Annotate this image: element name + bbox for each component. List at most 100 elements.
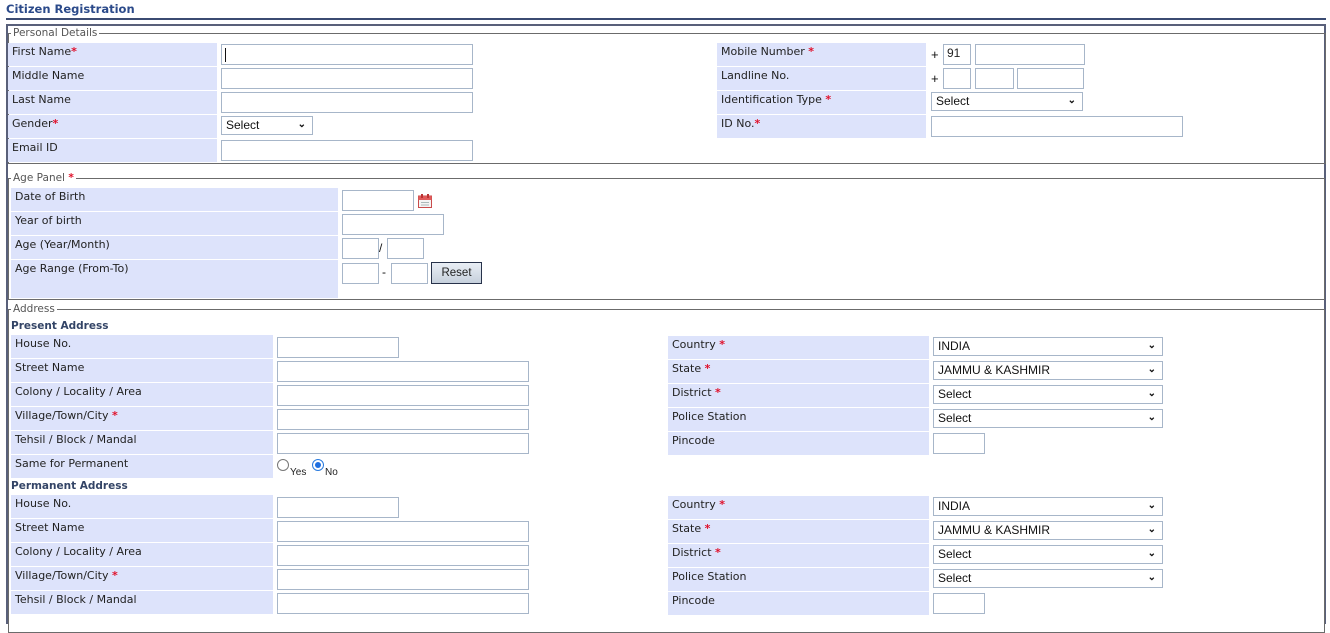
id-no-input[interactable] (931, 116, 1183, 137)
permanent-country-label: Country * (668, 496, 929, 519)
permanent-house-no-label: House No. (11, 495, 273, 518)
gender-label-text: Gender (12, 117, 53, 130)
calendar-icon[interactable] (418, 194, 432, 208)
present-police-station-select[interactable]: Select ⌄ (933, 409, 1163, 428)
address-legend: Address (13, 303, 55, 315)
present-district-label: District * (668, 384, 929, 407)
yob-input[interactable] (342, 214, 444, 235)
same-for-permanent-label: Same for Permanent (11, 455, 273, 478)
age-range-to-input[interactable] (391, 263, 428, 284)
mobile-label-text: Mobile Number (721, 45, 805, 58)
permanent-country-label-text: Country (672, 498, 716, 511)
present-pincode-input[interactable] (933, 433, 985, 454)
chevron-down-icon: ⌄ (1147, 412, 1156, 423)
age-years-input[interactable] (342, 238, 379, 259)
same-for-permanent-no-radio[interactable] (312, 459, 324, 471)
same-for-permanent-yes-radio[interactable] (277, 459, 289, 471)
permanent-address-heading: Permanent Address (11, 480, 128, 492)
permanent-country-select[interactable]: INDIA ⌄ (933, 497, 1163, 516)
age-range-label: Age Range (From-To) (11, 260, 338, 298)
middle-name-input[interactable] (221, 68, 473, 89)
chevron-down-icon: ⌄ (1147, 524, 1156, 535)
id-no-label-text: ID No. (721, 117, 755, 130)
gender-label: Gender* (8, 115, 217, 138)
permanent-state-label: State * (668, 520, 929, 543)
first-name-input[interactable] (221, 44, 473, 65)
required-marker: * (719, 338, 725, 351)
required-marker: * (71, 45, 77, 58)
email-input[interactable] (221, 140, 473, 161)
dob-input[interactable] (342, 190, 414, 211)
title-divider (6, 18, 1326, 20)
permanent-district-select[interactable]: Select ⌄ (933, 545, 1163, 564)
age-range-from-input[interactable] (342, 263, 379, 284)
same-for-permanent-yes-label: Yes (290, 467, 307, 478)
required-marker: * (52, 117, 59, 130)
present-colony-input[interactable] (277, 385, 529, 406)
present-state-select[interactable]: JAMMU & KASHMIR ⌄ (933, 361, 1163, 380)
present-street-input[interactable] (277, 361, 529, 382)
first-name-label: First Name* (8, 43, 217, 66)
chevron-down-icon: ⌄ (1147, 572, 1156, 583)
required-marker: * (825, 93, 832, 106)
mobile-country-code-input[interactable]: 91 (943, 44, 971, 65)
present-country-value: INDIA (938, 339, 971, 353)
present-country-select[interactable]: INDIA ⌄ (933, 337, 1163, 356)
present-address-heading: Present Address (11, 320, 109, 332)
id-no-label: ID No.* (717, 115, 926, 138)
permanent-district-label: District * (668, 544, 929, 567)
permanent-state-select[interactable]: JAMMU & KASHMIR ⌄ (933, 521, 1163, 540)
permanent-colony-input[interactable] (277, 545, 529, 566)
permanent-village-input[interactable] (277, 569, 529, 590)
permanent-tehsil-label: Tehsil / Block / Mandal (11, 591, 273, 614)
required-marker: * (111, 409, 118, 422)
required-marker: * (111, 569, 118, 582)
present-village-label: Village/Town/City * (11, 407, 273, 430)
landline-plus-sign: + (931, 71, 939, 86)
mobile-number-input[interactable] (975, 44, 1085, 65)
age-range-separator: - (382, 265, 386, 279)
age-separator: / (379, 241, 383, 255)
permanent-pincode-label: Pincode (668, 592, 929, 615)
present-police-station-value: Select (938, 411, 972, 425)
landline-country-code-input[interactable] (943, 68, 971, 89)
age-panel-legend: Age Panel * (11, 172, 76, 184)
permanent-police-station-select[interactable]: Select ⌄ (933, 569, 1163, 588)
age-panel-legend-text: Age Panel (13, 172, 65, 184)
present-state-label: State * (668, 360, 929, 383)
landline-area-code-input[interactable] (975, 68, 1014, 89)
yob-label: Year of birth (11, 212, 338, 235)
same-for-permanent-no-label: No (325, 467, 338, 478)
present-colony-label: Colony / Locality / Area (11, 383, 273, 406)
middle-name-label: Middle Name (8, 67, 217, 90)
present-district-select[interactable]: Select ⌄ (933, 385, 1163, 404)
age-months-input[interactable] (387, 238, 424, 259)
permanent-state-value: JAMMU & KASHMIR (938, 523, 1051, 537)
present-state-value: JAMMU & KASHMIR (938, 363, 1051, 377)
permanent-tehsil-input[interactable] (277, 593, 529, 614)
personal-details-legend: Personal Details (13, 27, 98, 39)
reset-button[interactable]: Reset (431, 262, 482, 284)
permanent-state-label-text: State (672, 522, 702, 535)
landline-number-input[interactable] (1017, 68, 1084, 89)
permanent-street-input[interactable] (277, 521, 529, 542)
last-name-input[interactable] (221, 92, 473, 113)
permanent-country-value: INDIA (938, 499, 971, 513)
gender-selected-value: Select (226, 118, 260, 132)
permanent-pincode-input[interactable] (933, 593, 985, 614)
text-cursor (225, 48, 226, 62)
first-name-label-text: First Name (12, 45, 72, 58)
permanent-police-station-label: Police Station (668, 568, 929, 591)
present-house-no-input[interactable] (277, 337, 399, 358)
gender-select[interactable]: Select ⌄ (221, 116, 313, 135)
required-marker: * (704, 362, 711, 375)
present-tehsil-input[interactable] (277, 433, 529, 454)
present-street-label: Street Name (11, 359, 273, 382)
present-pincode-label: Pincode (668, 432, 929, 455)
required-marker: * (704, 522, 711, 535)
last-name-label: Last Name (8, 91, 217, 114)
identification-type-select[interactable]: Select ⌄ (931, 92, 1083, 111)
permanent-house-no-input[interactable] (277, 497, 399, 518)
present-village-input[interactable] (277, 409, 529, 430)
identification-type-label: Identification Type * (717, 91, 926, 114)
